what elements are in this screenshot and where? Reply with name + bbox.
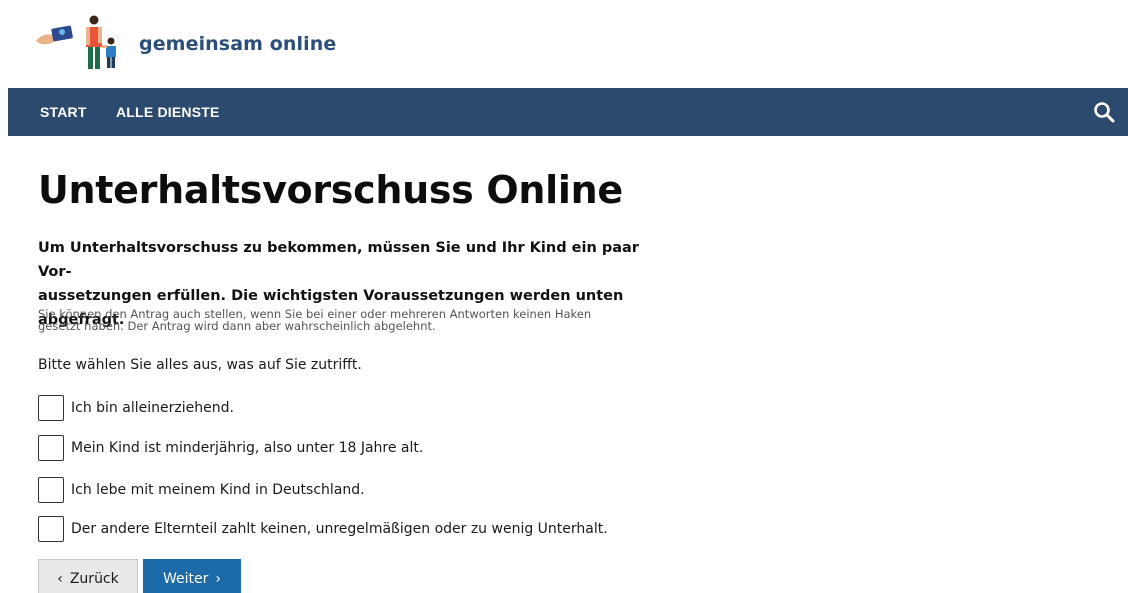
checkbox[interactable]	[38, 435, 64, 461]
site-header: gemeinsam online	[0, 0, 1128, 88]
chevron-right-icon: ›	[215, 571, 221, 587]
option-label[interactable]: Der andere Elternteil zahlt keinen, unre…	[71, 521, 608, 537]
intro-line: Um Unterhaltsvorschuss zu bekommen, müss…	[38, 240, 639, 280]
page-title: Unterhaltsvorschuss Online	[38, 168, 623, 212]
next-button[interactable]: Weiter ›	[143, 559, 241, 593]
checkbox[interactable]	[38, 516, 64, 542]
back-button[interactable]: ‹ Zurück	[38, 559, 138, 593]
option-label[interactable]: Ich bin alleinerziehend.	[71, 400, 234, 416]
option-label[interactable]: Mein Kind ist minderjährig, also unter 1…	[71, 440, 423, 456]
nav-item-start[interactable]: START	[40, 104, 87, 120]
family-illustration-icon	[36, 15, 116, 69]
hint-text: Sie können den Antrag auch stellen, wenn…	[38, 308, 678, 332]
checkbox[interactable]	[38, 395, 64, 421]
main-navigation: START ALLE DIENSTE	[8, 88, 1128, 136]
hint-line: gesetzt haben. Der Antrag wird dann aber…	[38, 319, 436, 333]
search-icon	[1094, 102, 1115, 123]
intro-line: aussetzungen erfüllen. Die wichtigsten V…	[38, 288, 624, 304]
site-brand-name[interactable]: gemeinsam online	[139, 33, 336, 55]
selection-prompt: Bitte wählen Sie alles aus, was auf Sie …	[38, 357, 362, 373]
option-wohnort-deutschland[interactable]: Ich lebe mit meinem Kind in Deutschland.	[38, 477, 365, 503]
nav-item-alle-dienste[interactable]: ALLE DIENSTE	[116, 104, 220, 120]
option-label[interactable]: Ich lebe mit meinem Kind in Deutschland.	[71, 482, 365, 498]
option-kein-unterhalt[interactable]: Der andere Elternteil zahlt keinen, unre…	[38, 516, 608, 542]
logo[interactable]	[34, 13, 120, 73]
next-button-label: Weiter	[163, 571, 209, 587]
checkbox[interactable]	[38, 477, 64, 503]
option-alleinerziehend[interactable]: Ich bin alleinerziehend.	[38, 395, 234, 421]
chevron-left-icon: ‹	[57, 571, 63, 587]
search-button[interactable]	[1092, 100, 1116, 124]
back-button-label: Zurück	[69, 571, 119, 587]
option-minderjaehrig[interactable]: Mein Kind ist minderjährig, also unter 1…	[38, 435, 423, 461]
